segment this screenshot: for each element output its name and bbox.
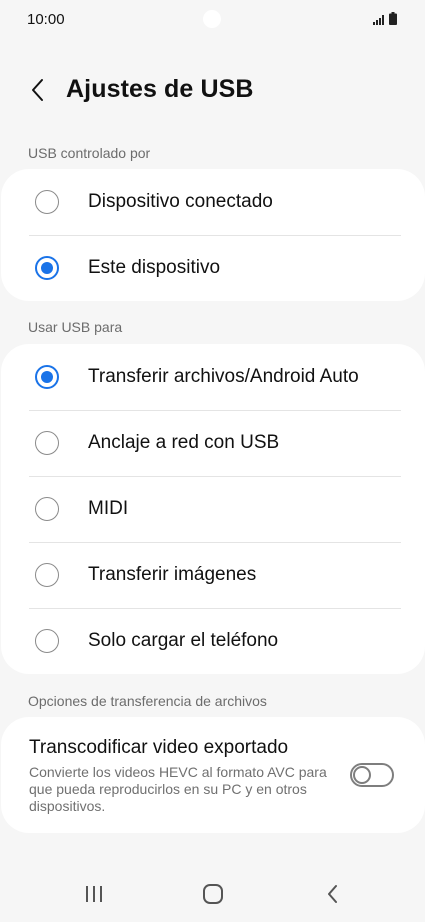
option-transfer-images[interactable]: Transferir imágenes — [1, 542, 425, 608]
radio-midi[interactable] — [35, 497, 59, 521]
option-transfer-files[interactable]: Transferir archivos/Android Auto — [1, 344, 425, 410]
option-midi[interactable]: MIDI — [1, 476, 425, 542]
radio-connected-device[interactable] — [35, 190, 59, 214]
chevron-left-icon — [32, 79, 43, 101]
transcode-setting[interactable]: Transcodificar video exportado Convierte… — [1, 717, 425, 833]
status-icons — [373, 12, 397, 25]
radio-transfer-files[interactable] — [35, 365, 59, 389]
status-bar: 10:00 — [0, 0, 425, 40]
option-this-device[interactable]: Este dispositivo — [1, 235, 425, 301]
card-controlled-by: Dispositivo conectado Este dispositivo — [1, 169, 425, 301]
option-label: Anclaje a red con USB — [88, 432, 280, 453]
option-label: Este dispositivo — [88, 257, 221, 278]
option-connected-device[interactable]: Dispositivo conectado — [1, 169, 425, 235]
option-label: Transferir archivos/Android Auto — [88, 366, 359, 387]
status-time: 10:00 — [27, 11, 65, 28]
nav-back-button[interactable] — [313, 878, 353, 910]
option-usb-tethering[interactable]: Anclaje a red con USB — [1, 410, 425, 476]
radio-transfer-images[interactable] — [35, 563, 59, 587]
option-label: Dispositivo conectado — [88, 191, 273, 212]
back-button[interactable] — [22, 74, 54, 106]
home-icon — [203, 884, 223, 904]
radio-usb-tethering[interactable] — [35, 431, 59, 455]
battery-icon — [389, 12, 397, 25]
option-label: MIDI — [88, 498, 129, 519]
app-bar: Ajustes de USB — [0, 60, 425, 120]
navigation-bar — [0, 860, 425, 922]
camera-cutout — [203, 10, 221, 28]
recents-icon — [86, 886, 102, 902]
toggle-knob — [353, 766, 371, 784]
option-charge-only[interactable]: Solo cargar el teléfono — [1, 608, 425, 674]
recents-button[interactable] — [74, 878, 114, 910]
radio-this-device[interactable] — [35, 256, 59, 280]
transcode-description: Convierte los videos HEVC al formato AVC… — [29, 764, 327, 814]
section-label-transfer: Opciones de transferencia de archivos — [28, 693, 267, 709]
radio-charge-only[interactable] — [35, 629, 59, 653]
card-usb-usage: Transferir archivos/Android Auto Anclaje… — [1, 344, 425, 674]
page-title: Ajustes de USB — [66, 75, 254, 103]
section-label-controlled: USB controlado por — [28, 145, 151, 161]
transcode-toggle[interactable] — [350, 763, 394, 787]
transcode-title: Transcodificar video exportado — [29, 737, 289, 758]
nav-back-icon — [328, 885, 337, 903]
home-button[interactable] — [193, 878, 233, 910]
signal-icon — [373, 15, 384, 25]
option-label: Solo cargar el teléfono — [88, 630, 279, 651]
section-label-usage: Usar USB para — [28, 319, 123, 335]
option-label: Transferir imágenes — [88, 564, 257, 585]
